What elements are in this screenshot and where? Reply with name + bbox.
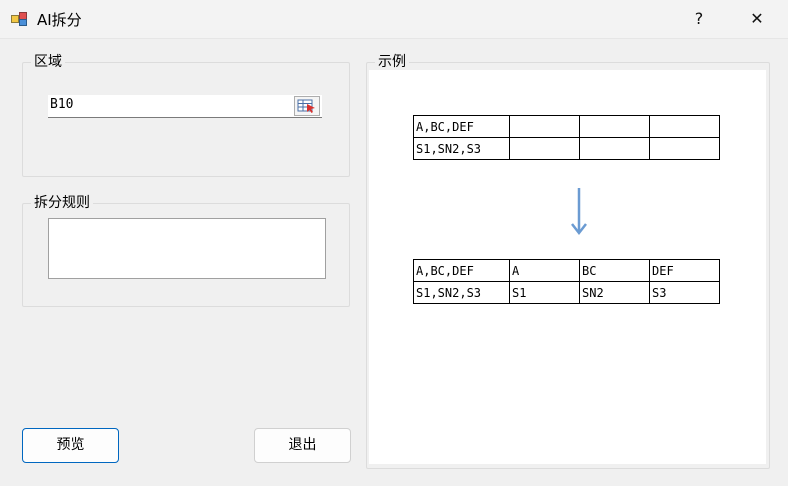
table-cell: SN2 <box>579 281 650 304</box>
table-cell <box>509 115 580 138</box>
example-group-label: 示例 <box>375 53 409 71</box>
table-row: S1,SN2,S3 S1 SN2 S3 <box>413 281 720 304</box>
table-cell: A,BC,DEF <box>413 259 510 282</box>
range-select-icon <box>297 99 315 113</box>
table-cell: S1 <box>509 281 580 304</box>
arrow-down-icon <box>571 188 587 236</box>
app-icon <box>11 12 27 26</box>
table-cell: S3 <box>649 281 720 304</box>
title-bar: AI拆分 ? ✕ <box>0 0 788 39</box>
table-cell: S1,SN2,S3 <box>413 137 510 160</box>
table-cell <box>579 115 650 138</box>
rules-group: 拆分规则 <box>22 194 350 307</box>
region-group: 区域 B10 <box>22 53 350 177</box>
rules-input[interactable] <box>48 218 326 279</box>
window-title: AI拆分 <box>37 11 82 29</box>
region-group-label: 区域 <box>31 53 65 71</box>
region-input-value: B10 <box>50 97 74 112</box>
preview-button[interactable]: 预览 <box>22 428 119 463</box>
close-button[interactable]: ✕ <box>730 0 784 38</box>
table-row: A,BC,DEF <box>413 115 720 138</box>
exit-button[interactable]: 退出 <box>254 428 351 463</box>
example-panel: A,BC,DEF S1,SN2,S3 A,BC,DEF A BC DEF S1,… <box>369 70 766 464</box>
rules-group-label: 拆分规则 <box>31 194 93 212</box>
close-icon: ✕ <box>750 9 764 28</box>
table-cell <box>649 137 720 160</box>
example-after-table: A,BC,DEF A BC DEF S1,SN2,S3 S1 SN2 S3 <box>413 259 720 304</box>
table-cell <box>579 137 650 160</box>
table-cell: DEF <box>649 259 720 282</box>
help-icon: ? <box>694 9 704 28</box>
table-cell <box>649 115 720 138</box>
region-input[interactable]: B10 <box>48 95 322 118</box>
table-row: S1,SN2,S3 <box>413 137 720 160</box>
table-cell: BC <box>579 259 650 282</box>
table-cell: A <box>509 259 580 282</box>
table-cell <box>509 137 580 160</box>
help-button[interactable]: ? <box>672 0 726 38</box>
example-before-table: A,BC,DEF S1,SN2,S3 <box>413 115 720 160</box>
range-picker-button[interactable] <box>294 96 320 116</box>
table-cell: S1,SN2,S3 <box>413 281 510 304</box>
table-row: A,BC,DEF A BC DEF <box>413 259 720 282</box>
table-cell: A,BC,DEF <box>413 115 510 138</box>
